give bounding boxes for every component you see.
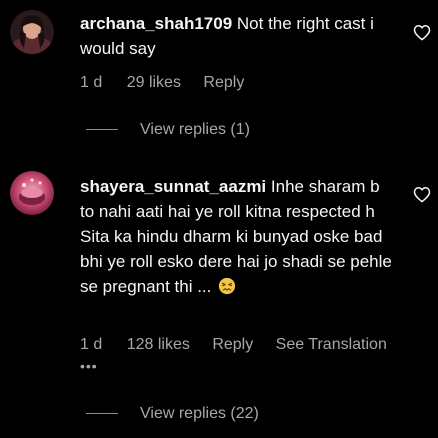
view-replies-label: View replies (1): [140, 121, 250, 138]
view-replies-button[interactable]: View replies (1): [86, 121, 250, 139]
likes-count[interactable]: 128 likes: [127, 336, 190, 354]
reply-button[interactable]: Reply: [212, 336, 253, 354]
replies-divider-line: [86, 129, 118, 131]
likes-count[interactable]: 29 likes: [127, 74, 181, 92]
comment-meta: 1 d 29 likes Reply: [80, 74, 262, 92]
view-replies-button[interactable]: View replies (22): [86, 405, 259, 423]
comment-time: 1 d: [80, 74, 103, 91]
comment-text-block: archana_shah1709 Not the right cast i wo…: [80, 11, 398, 61]
heart-icon[interactable]: [413, 24, 431, 41]
comment-username[interactable]: archana_shah1709: [80, 14, 232, 33]
more-options-icon[interactable]: •••: [80, 358, 98, 374]
comment-2: shayera_sunnat_aazmi Inhe sharam b to na…: [0, 150, 438, 438]
view-replies-label: View replies (22): [140, 405, 259, 422]
avatar[interactable]: [10, 10, 54, 54]
comment-username[interactable]: shayera_sunnat_aazmi: [80, 177, 266, 196]
persevering-face-emoji-icon: [219, 277, 236, 295]
comment-meta: 1 d 128 likes Reply See Translation: [80, 336, 387, 354]
comment-time: 1 d: [80, 336, 103, 353]
reply-button[interactable]: Reply: [203, 74, 244, 92]
see-translation-button[interactable]: See Translation: [276, 336, 387, 354]
comment-text-block: shayera_sunnat_aazmi Inhe sharam b to na…: [80, 174, 398, 299]
avatar[interactable]: [10, 171, 54, 215]
replies-divider-line: [86, 413, 118, 415]
comment-1: archana_shah1709 Not the right cast i wo…: [0, 0, 438, 150]
heart-icon[interactable]: [413, 186, 431, 203]
